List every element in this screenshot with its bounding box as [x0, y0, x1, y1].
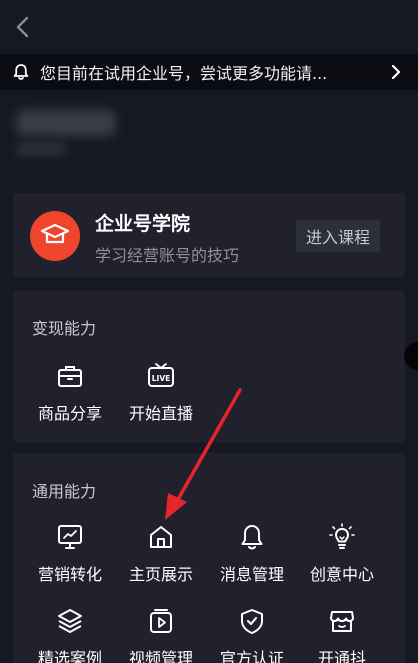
academy-title: 企业号学院	[95, 213, 191, 235]
blurred-account-name	[16, 110, 116, 136]
tile-label: 营销转化	[37, 565, 102, 584]
shield-check-icon	[241, 609, 263, 634]
floating-edge-handle[interactable]	[404, 342, 418, 370]
tile-start-live[interactable]: LIVE 开始直播	[116, 362, 206, 424]
academy-badge	[30, 211, 80, 261]
tile-label: 开通抖	[317, 649, 366, 663]
chart-monitor-icon	[58, 525, 82, 549]
layers-icon	[58, 609, 82, 633]
svg-text:LIVE: LIVE	[152, 374, 171, 383]
graduation-cap-icon	[40, 223, 70, 244]
tile-label: 官方认证	[219, 649, 284, 663]
tile-label: 开始直播	[128, 404, 193, 423]
trial-notice-banner[interactable]: 您目前在试用企业号，尝试更多功能请...	[0, 54, 418, 90]
tile-label: 主页展示	[128, 565, 193, 584]
top-bar	[0, 0, 418, 54]
tile-label: 消息管理	[219, 565, 284, 584]
live-tv-icon: LIVE	[148, 363, 174, 387]
enter-course-button[interactable]: 进入课程	[296, 220, 380, 252]
lightbulb-icon	[329, 523, 355, 549]
tile-label: 创意中心	[309, 565, 374, 584]
tile-product-share[interactable]: 商品分享	[25, 362, 115, 424]
tile-label: 商品分享	[37, 404, 102, 423]
tile-open-douyin-store[interactable]: 开通抖	[297, 607, 387, 663]
section-title-monetization: 变现能力	[32, 319, 97, 338]
tile-label: 精选案例	[37, 649, 102, 663]
tile-marketing-conversion[interactable]: 营销转化	[25, 523, 115, 585]
section-title-general: 通用能力	[32, 482, 97, 501]
tile-label: 视频管理	[128, 649, 193, 663]
tile-official-verification[interactable]: 官方认证	[207, 607, 297, 663]
bell-icon	[241, 525, 263, 550]
tile-creative-center[interactable]: 创意中心	[297, 523, 387, 585]
tile-message-management[interactable]: 消息管理	[207, 523, 297, 585]
chevron-right-icon	[391, 64, 401, 80]
home-icon	[150, 526, 172, 548]
back-arrow-icon[interactable]	[10, 13, 36, 41]
tile-featured-cases[interactable]: 精选案例	[25, 607, 115, 663]
notice-text: 您目前在试用企业号，尝试更多功能请...	[40, 64, 328, 83]
tile-video-management[interactable]: 视频管理	[116, 607, 206, 663]
store-icon	[330, 611, 354, 632]
academy-card[interactable]: 企业号学院 学习经营账号的技巧 进入课程	[13, 193, 405, 278]
shopping-bag-icon	[58, 366, 82, 387]
general-capabilities-section: 通用能力 营销转化 主页展示 消息管理 创意中心 精选案例 视频管理 官方认证 …	[13, 453, 405, 663]
blurred-account-subtitle	[16, 142, 66, 156]
monetization-section: 变现能力 商品分享 LIVE 开始直播	[13, 290, 405, 442]
video-play-icon	[150, 609, 172, 633]
bell-icon	[13, 64, 29, 80]
academy-subtitle: 学习经营账号的技巧	[95, 246, 240, 265]
tile-homepage-display[interactable]: 主页展示	[116, 523, 206, 585]
